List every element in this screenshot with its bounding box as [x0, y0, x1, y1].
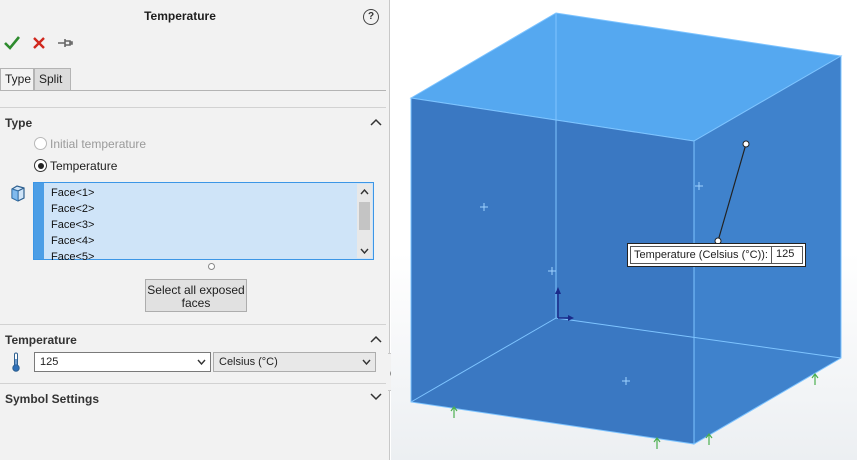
callout-value-field[interactable]: 125	[771, 246, 802, 263]
list-item[interactable]: Face<3>	[51, 217, 94, 233]
panel-title: Temperature	[144, 9, 216, 23]
list-resize-handle[interactable]	[208, 263, 215, 270]
cube-model[interactable]	[391, 0, 857, 460]
list-scrollbar[interactable]	[357, 184, 372, 258]
section-divider	[0, 324, 386, 325]
initial-temperature-radio[interactable]	[34, 137, 47, 150]
callout-label: Temperature (Celsius (°C)):	[634, 249, 768, 261]
list-item[interactable]: Face<4>	[51, 233, 94, 249]
scroll-up-icon[interactable]	[360, 189, 369, 195]
callout-anchor-point[interactable]	[742, 140, 750, 148]
chevron-down-icon[interactable]	[197, 359, 206, 365]
cancel-x-icon[interactable]	[30, 34, 48, 52]
chevron-down-icon[interactable]	[362, 359, 371, 365]
tab-type[interactable]: Type	[0, 68, 34, 91]
faces-selection-list[interactable]: Face<1> Face<2> Face<3> Face<4> Face<5>	[33, 182, 374, 263]
graphics-viewport[interactable]	[391, 0, 857, 460]
list-item[interactable]: Face<5>	[51, 249, 94, 265]
temperature-section-header[interactable]: Temperature	[5, 333, 77, 347]
list-item[interactable]: Face<1>	[51, 185, 94, 201]
tab-divider	[0, 90, 386, 91]
temperature-radio[interactable]	[34, 159, 47, 172]
faces-list-items: Face<1> Face<2> Face<3> Face<4> Face<5>	[51, 185, 94, 265]
temperature-value-combo[interactable]: 125	[34, 352, 211, 372]
scrollbar-thumb[interactable]	[359, 202, 370, 230]
chevron-down-icon[interactable]	[370, 393, 382, 401]
temperature-label: Temperature	[50, 159, 118, 173]
temperature-callout[interactable]: Temperature (Celsius (°C)): 125	[627, 243, 806, 267]
chevron-up-icon[interactable]	[370, 118, 382, 126]
symbol-settings-header[interactable]: Symbol Settings	[5, 392, 99, 406]
temperature-unit: Celsius (°C)	[219, 356, 278, 368]
thermometer-icon	[12, 352, 20, 372]
pushpin-icon[interactable]	[56, 34, 74, 52]
property-manager-panel: Temperature ? Type Split Type Initial te…	[0, 0, 390, 460]
select-all-exposed-faces-button[interactable]: Select all exposed faces	[145, 279, 247, 312]
section-divider	[0, 107, 386, 108]
chevron-up-icon[interactable]	[370, 335, 382, 343]
tab-split[interactable]: Split	[34, 68, 71, 90]
section-divider	[0, 383, 386, 384]
selection-list-accent	[34, 183, 44, 259]
type-section-header[interactable]: Type	[5, 116, 32, 130]
scroll-down-icon[interactable]	[360, 248, 369, 254]
face-selection-icon	[11, 185, 25, 202]
temperature-value: 125	[40, 356, 59, 368]
temperature-unit-select[interactable]: Celsius (°C)	[213, 352, 376, 372]
list-item[interactable]: Face<2>	[51, 201, 94, 217]
initial-temperature-label: Initial temperature	[50, 137, 147, 151]
ok-check-icon[interactable]	[3, 34, 21, 52]
help-icon[interactable]: ?	[363, 9, 379, 25]
